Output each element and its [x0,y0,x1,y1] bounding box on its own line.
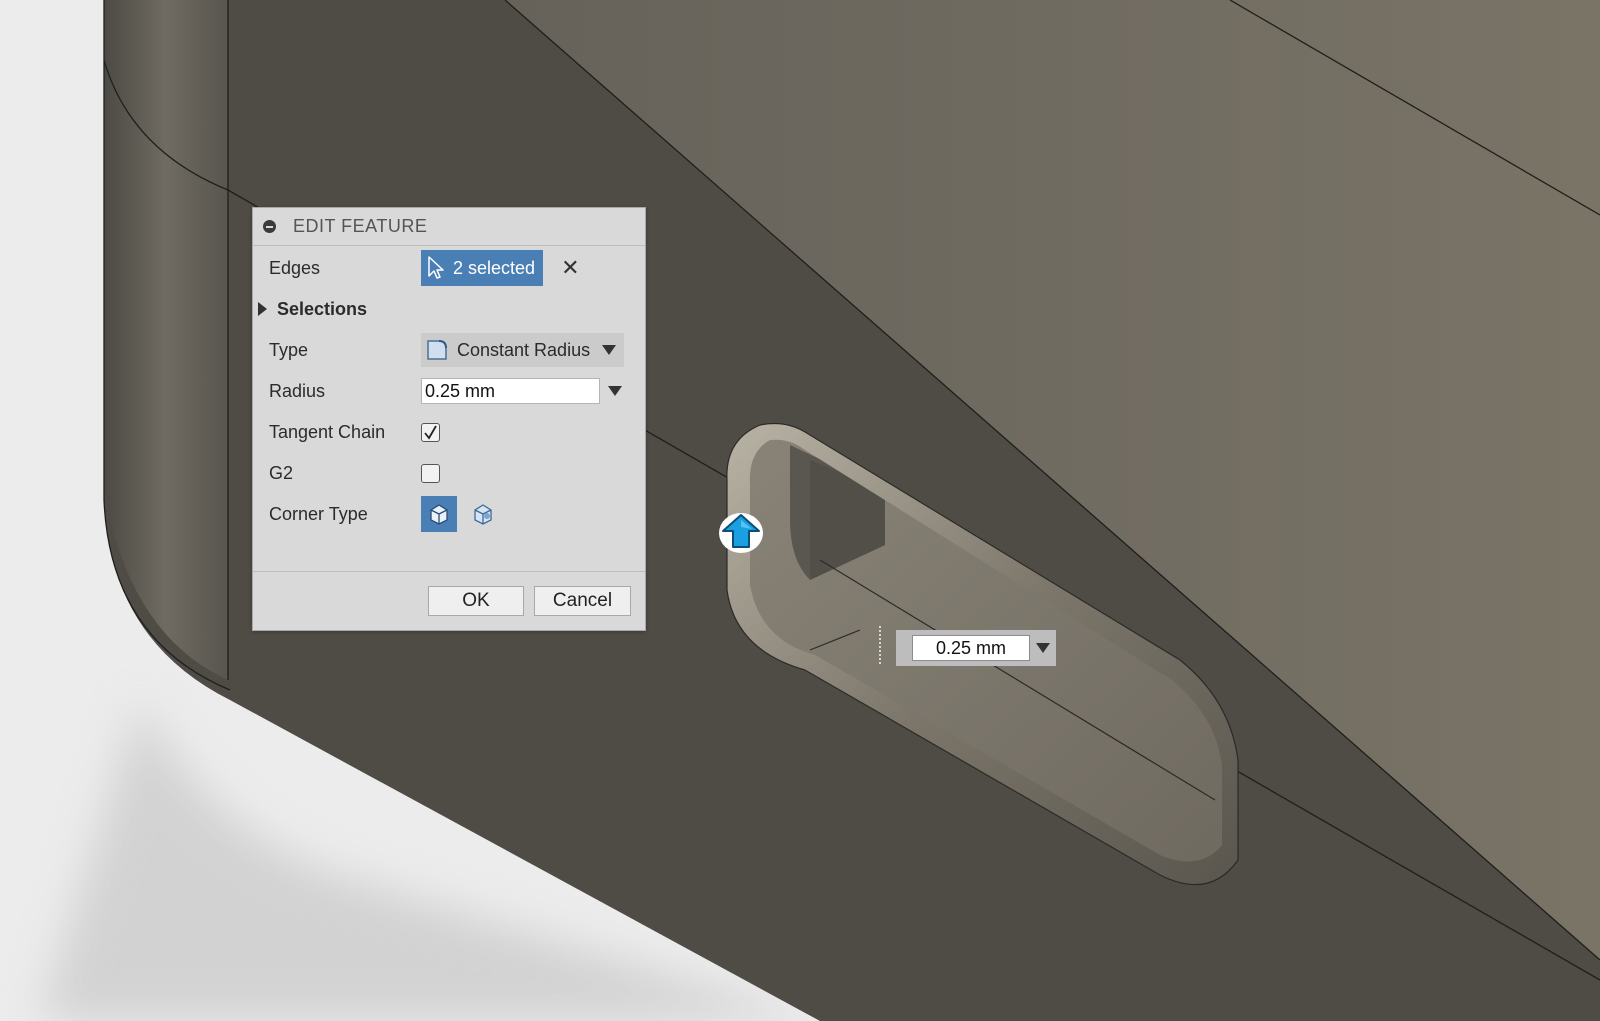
chevron-down-icon[interactable] [1036,643,1050,653]
g2-checkbox[interactable] [421,463,440,483]
dialog-footer: OK Cancel [253,571,645,630]
rolling-ball-corner-icon [430,504,448,525]
corner-type-label: Corner Type [269,503,368,524]
type-dropdown-value: Constant Radius [457,339,591,360]
type-dropdown[interactable]: Constant Radius [421,333,624,367]
dimension-value-input[interactable]: 0.25 mm [912,635,1030,661]
corner-type-setback-button[interactable] [465,496,501,532]
edges-selection-button[interactable]: 2 selected [421,250,544,286]
dimension-input-box: 0.25 mm [896,630,1056,666]
dialog-title: EDIT FEATURE [293,216,428,236]
expand-triangle-icon[interactable] [258,302,267,316]
radius-label: Radius [269,380,326,401]
radius-row: Radius 0.25 mm [253,371,645,411]
blue-drag-arrow-icon [719,513,763,553]
type-row: Type Constant Radius [253,330,645,370]
corner-type-rolling-ball-button[interactable] [421,496,457,532]
chevron-down-icon [602,345,616,355]
checkmark-icon [424,425,437,440]
cancel-button[interactable]: Cancel [534,586,631,616]
g2-row: G2 [253,453,645,493]
g2-label: G2 [269,462,294,483]
dimension-drag-handle[interactable] [879,626,885,664]
selections-row[interactable]: Selections [253,289,645,329]
close-x-icon[interactable]: ✕ [561,255,579,281]
corner-type-row: Corner Type [253,494,645,534]
constant-radius-icon [425,338,449,362]
radius-input[interactable]: 0.25 mm [421,378,600,404]
tangent-chain-label: Tangent Chain [269,421,386,442]
edges-selection-count: 2 selected [453,257,536,278]
chevron-down-icon[interactable] [608,386,622,396]
setback-corner-icon [474,504,492,525]
drag-arrow-manipulator[interactable] [718,511,764,555]
type-label: Type [269,339,309,360]
cursor-arrow-icon [427,256,445,280]
edges-label: Edges [269,257,321,278]
edges-row: Edges 2 selected ✕ [253,248,645,288]
tangent-chain-checkbox[interactable] [421,422,440,442]
edit-feature-dialog: EDIT FEATURE Edges 2 selected ✕ Selectio… [252,207,646,631]
ok-button[interactable]: OK [428,586,524,616]
dialog-title-bar[interactable]: EDIT FEATURE [253,208,645,246]
selections-label: Selections [277,298,368,319]
tangent-chain-row: Tangent Chain [253,412,645,452]
collapse-circle-icon[interactable] [263,220,276,233]
3d-viewport[interactable] [0,0,1600,1021]
